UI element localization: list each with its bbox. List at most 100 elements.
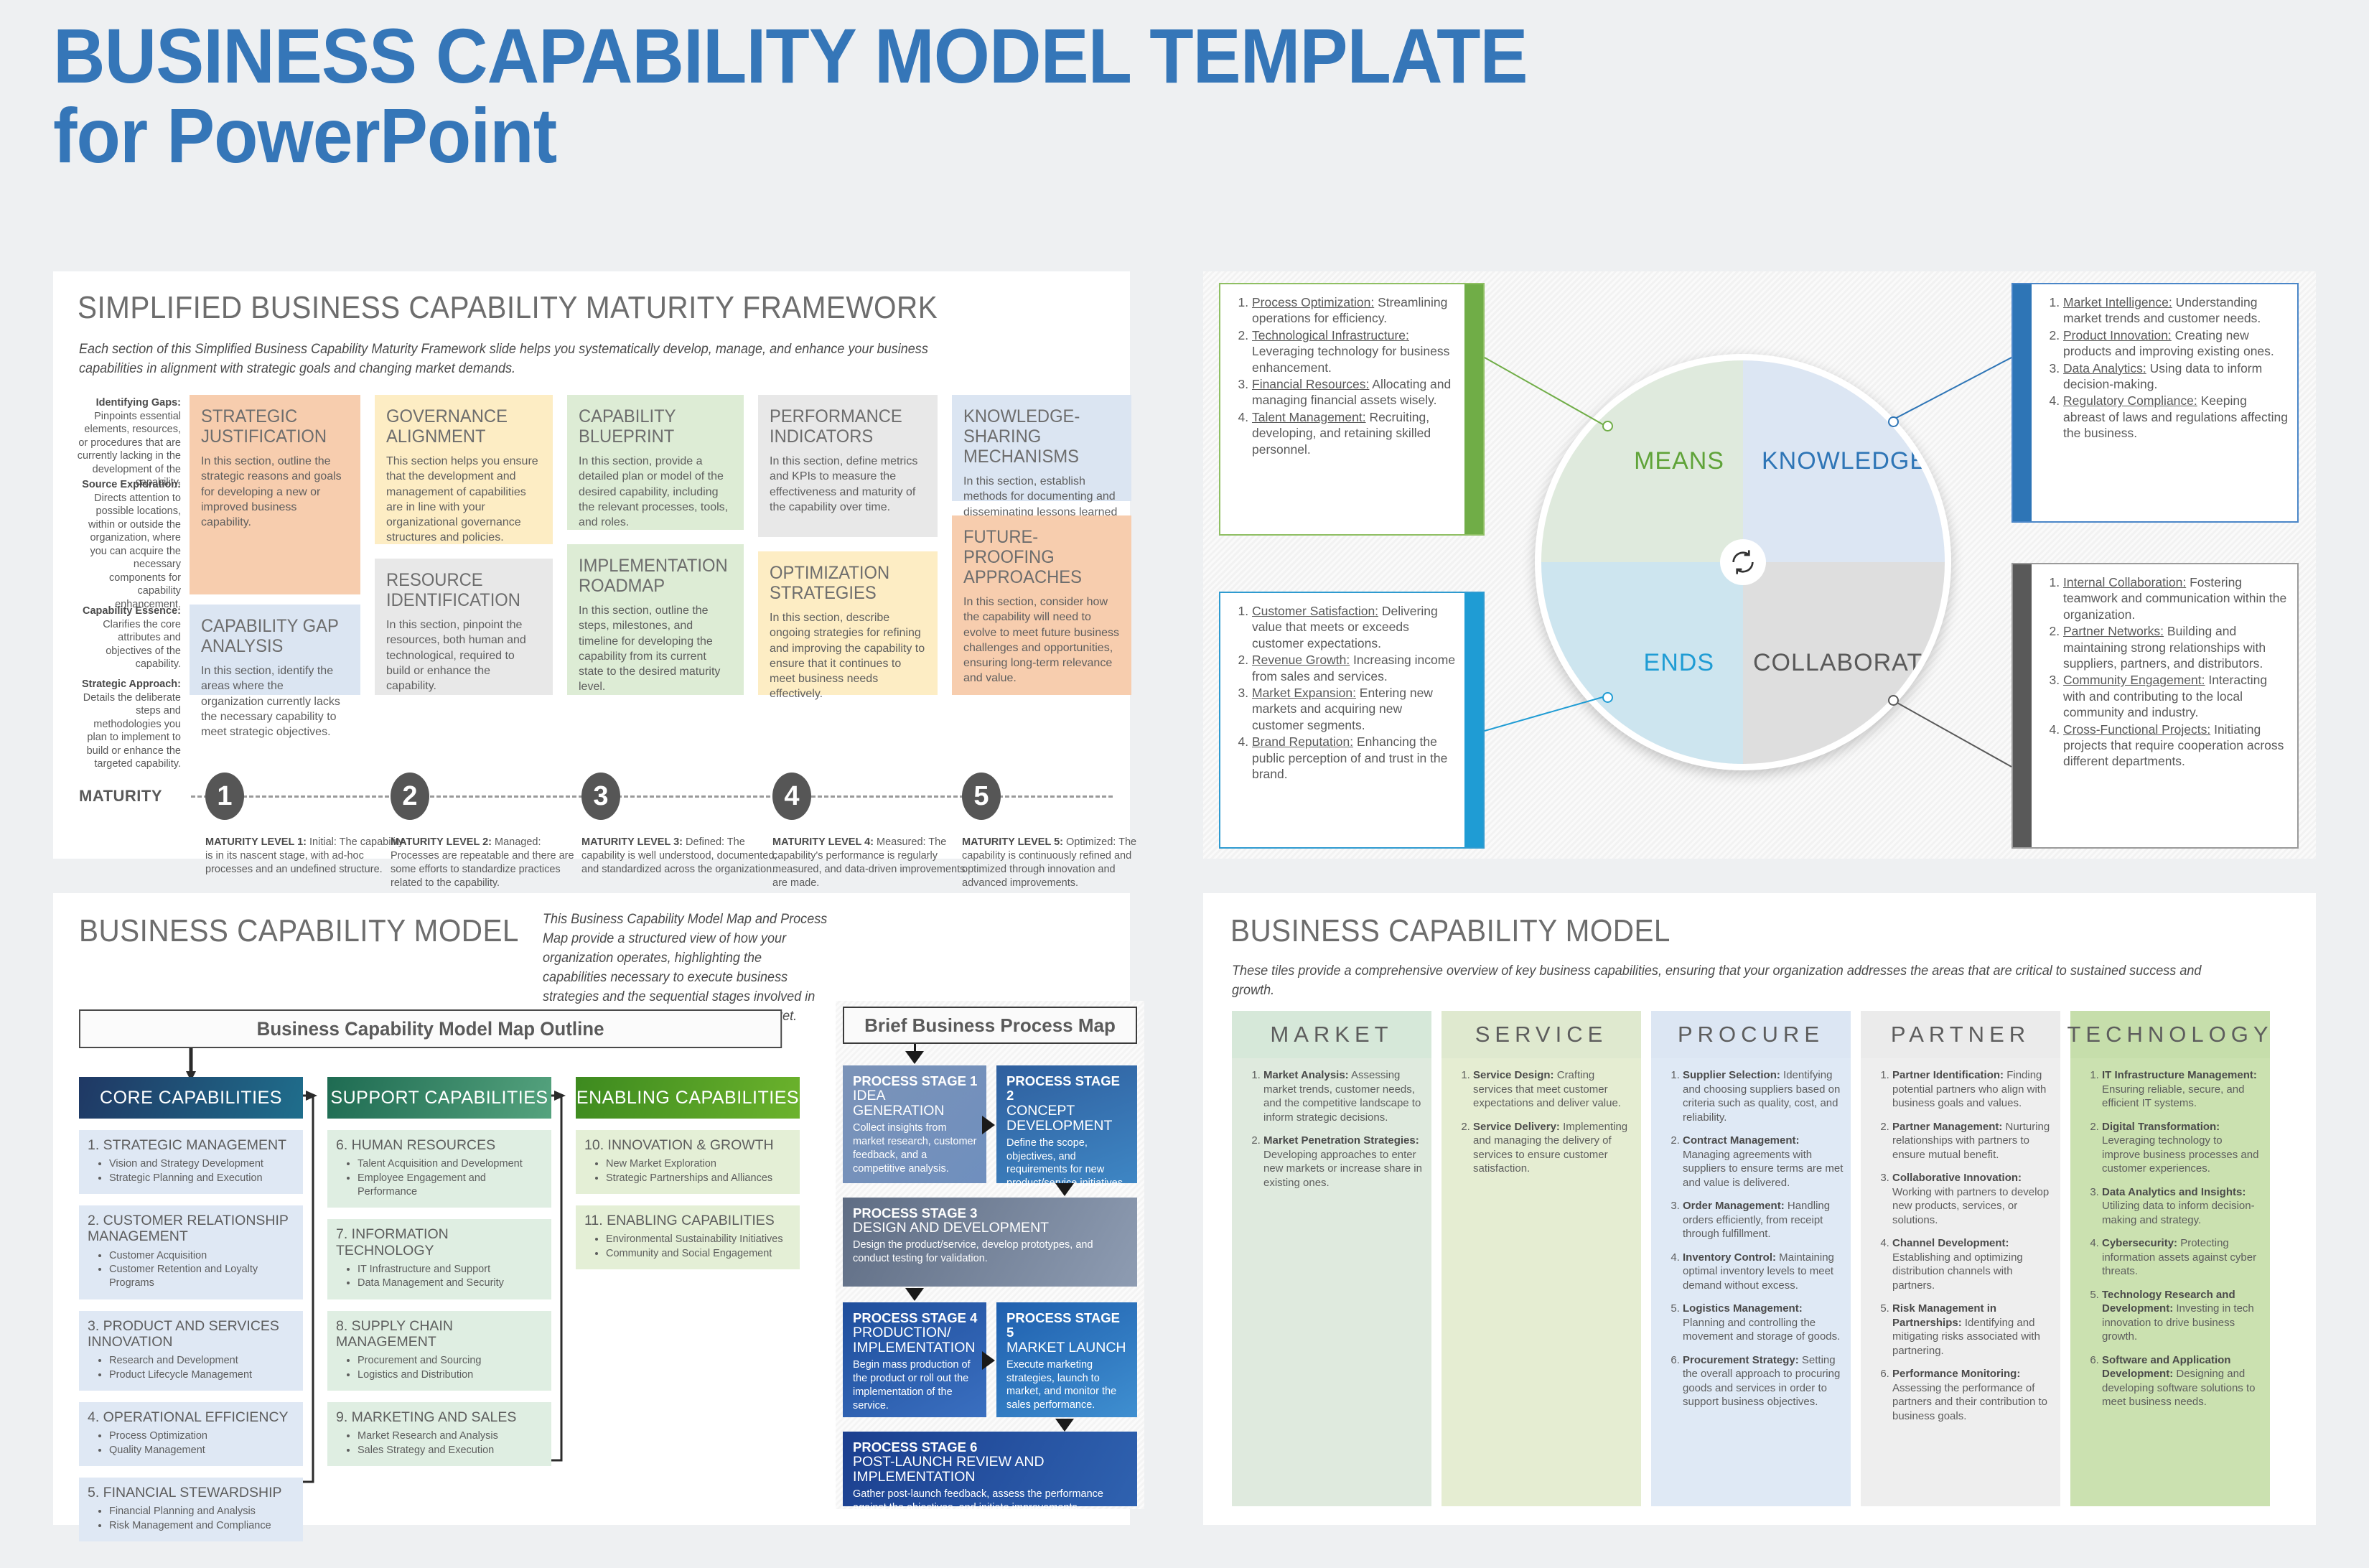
capability-item[interactable]: 10. INNOVATION & GROWTH New Market Explo… — [576, 1130, 800, 1195]
process-stage[interactable]: PROCESS STAGE 2 CONCEPT DEVELOPMENT Defi… — [996, 1065, 1137, 1189]
list-item: Partner Identification: Finding potentia… — [1892, 1068, 2053, 1111]
card-heading: STRATEGIC JUSTIFICATION — [201, 406, 327, 447]
tile-body: Supplier Selection: Identifying and choo… — [1651, 1058, 1851, 1506]
maturity-framework-panel: SIMPLIFIED BUSINESS CAPABILITY MATURITY … — [53, 271, 1136, 889]
side-note: Capability Essence: Clarifies the core a… — [83, 605, 181, 671]
capability-card[interactable]: GOVERNANCE ALIGNMENT This section helps … — [375, 395, 553, 544]
maturity-level-dot[interactable]: 2 — [391, 773, 429, 820]
process-stage[interactable]: PROCESS STAGE 3 DESIGN AND DEVELOPMENT D… — [843, 1198, 1137, 1287]
page-title: BUSINESS CAPABILITY MODEL TEMPLATE for P… — [53, 12, 1528, 179]
card-body: In this section, identify the areas wher… — [201, 665, 340, 739]
capability-card[interactable]: CAPABILITY BLUEPRINT In this section, pr… — [567, 395, 744, 530]
capability-item[interactable]: 5. FINANCIAL STEWARDSHIP Financial Plann… — [79, 1478, 303, 1542]
card-heading: PERFORMANCE INDICATORS — [770, 406, 902, 447]
capability-card[interactable]: OPTIMIZATION STRATEGIES In this section,… — [758, 551, 938, 700]
side-note: Identifying Gaps: Pinpoints essential el… — [77, 397, 181, 489]
maturity-level-text: MATURITY LEVEL 2: Managed: Processes are… — [391, 836, 574, 889]
capability-item[interactable]: 2. CUSTOMER RELATIONSHIP MANAGEMENT Cust… — [79, 1205, 303, 1299]
list-item: Inventory Control: Maintaining optimal i… — [1683, 1251, 1844, 1293]
maturity-level-text: MATURITY LEVEL 1: Initial: The capabilit… — [205, 836, 404, 875]
wheel-node-means — [1602, 421, 1613, 431]
capability-card[interactable]: STRATEGIC JUSTIFICATION In this section,… — [190, 395, 360, 594]
list-item: Collaborative Innovation: Working with p… — [1892, 1171, 2053, 1227]
capability-item[interactable]: 11. ENABLING CAPABILITIES Environmental … — [576, 1205, 800, 1270]
maturity-level-dot[interactable]: 3 — [581, 773, 620, 820]
core-capabilities-column: CORE CAPABILITIES 1. STRATEGIC MANAGEMEN… — [79, 1077, 303, 1542]
capability-item[interactable]: 7. INFORMATION TECHNOLOGY IT Infrastruct… — [327, 1219, 551, 1299]
arrow-right-icon — [982, 1351, 995, 1370]
maturity-level-dot[interactable]: 5 — [962, 773, 1001, 820]
tile-technology[interactable]: TECHNOLOGY IT Infrastructure Management:… — [2067, 1011, 2270, 1506]
process-stage[interactable]: PROCESS STAGE 1 IDEA GENERATION Collect … — [843, 1065, 986, 1183]
list-item: Order Management: Handling orders effici… — [1683, 1199, 1844, 1241]
tile-procure[interactable]: PROCURE Supplier Selection: Identifying … — [1651, 1011, 1851, 1506]
card-heading: GOVERNANCE ALIGNMENT — [386, 406, 508, 447]
bcm-tiles-panel: BUSINESS CAPABILITY MODEL These tiles pr… — [1203, 893, 2316, 1525]
capability-card[interactable]: IMPLEMENTATION ROADMAP In this section, … — [567, 544, 744, 695]
bcm-map-panel: BUSINESS CAPABILITY MODEL This Business … — [53, 893, 1144, 1542]
tile-header: MARKET — [1232, 1011, 1431, 1058]
tile-body: IT Infrastructure Management: Ensuring r… — [2070, 1058, 2270, 1506]
list-item: Cybersecurity: Protecting information as… — [2102, 1236, 2263, 1279]
tile-header: PARTNER — [1861, 1011, 2060, 1058]
arrow-down-icon — [1055, 1183, 1074, 1196]
maturity-panel-intro: Each section of this Simplified Business… — [79, 342, 928, 376]
capability-item[interactable]: 1. STRATEGIC MANAGEMENT Vision and Strat… — [79, 1130, 303, 1195]
maturity-level-dot[interactable]: 1 — [205, 773, 244, 820]
column-header[interactable]: CORE CAPABILITIES — [79, 1077, 303, 1119]
list-item: Technology Research and Development: Inv… — [2102, 1288, 2263, 1344]
quadrant-diagram-panel: MEANS KNOWLEDGE ENDS COLLABORATION Proce… — [1203, 271, 2316, 859]
tile-header: SERVICE — [1442, 1011, 1641, 1058]
tile-market[interactable]: MARKET Market Analysis: Assessing market… — [1232, 1011, 1431, 1506]
list-item: Procurement Strategy: Setting the overal… — [1683, 1353, 1844, 1409]
column-header[interactable]: SUPPORT CAPABILITIES — [327, 1077, 551, 1119]
capability-item[interactable]: 9. MARKETING AND SALES Market Research a… — [327, 1402, 551, 1467]
card-body: In this section, define metrics and KPIs… — [770, 455, 918, 513]
card-heading: RESOURCE IDENTIFICATION — [386, 570, 520, 610]
card-heading: FUTURE-PROOFING APPROACHES — [963, 527, 1082, 587]
tile-body: Market Analysis: Assessing market trends… — [1232, 1058, 1431, 1506]
bcm-tiles-title: BUSINESS CAPABILITY MODEL — [1230, 913, 1671, 948]
maturity-level-dot[interactable]: 4 — [772, 773, 811, 820]
card-body: In this section, describe ongoing strate… — [770, 612, 925, 701]
process-stage[interactable]: PROCESS STAGE 4 PRODUCTION/ IMPLEMENTATI… — [843, 1302, 986, 1417]
capability-card[interactable]: KNOWLEDGE-SHARING MECHANISMS In this sec… — [952, 395, 1131, 549]
enabling-capabilities-column: ENABLING CAPABILITIES 10. INNOVATION & G… — [576, 1077, 800, 1270]
refresh-cycle-icon — [1720, 539, 1766, 585]
capability-card[interactable]: RESOURCE IDENTIFICATION In this section,… — [375, 559, 553, 695]
tile-header: PROCURE — [1651, 1011, 1851, 1058]
tile-partner[interactable]: PARTNER Partner Identification: Finding … — [1861, 1011, 2060, 1506]
capability-item[interactable]: 3. PRODUCT AND SERVICES INNOVATION Resea… — [79, 1310, 303, 1391]
list-item: Partner Management: Nurturing relationsh… — [1892, 1120, 2053, 1162]
column-header[interactable]: ENABLING CAPABILITIES — [576, 1077, 800, 1119]
capability-card[interactable]: CAPABILITY GAP ANALYSIS In this section,… — [190, 605, 360, 738]
business-process-map: Brief Business Process Map PROCESS STAGE… — [836, 1001, 1144, 1513]
card-heading: IMPLEMENTATION ROADMAP — [579, 556, 728, 596]
side-note: Strategic Approach: Details the delibera… — [81, 678, 181, 770]
arrow-down-icon — [905, 1288, 924, 1301]
card-heading: CAPABILITY BLUEPRINT — [579, 406, 676, 447]
card-body: In this section, outline the strategic r… — [201, 455, 342, 529]
capability-item[interactable]: 8. SUPPLY CHAIN MANAGEMENT Procurement a… — [327, 1310, 551, 1391]
tile-service[interactable]: SERVICE Service Design: Crafting service… — [1442, 1011, 1641, 1506]
list-item: Channel Development: Establishing and op… — [1892, 1236, 2053, 1292]
list-item: Data Analytics and Insights: Utilizing d… — [2102, 1185, 2263, 1228]
capability-item[interactable]: 4. OPERATIONAL EFFICIENCY Process Optimi… — [79, 1402, 303, 1467]
list-item: Contract Management: Managing agreements… — [1683, 1134, 1844, 1190]
capability-card[interactable]: FUTURE-PROOFING APPROACHES In this secti… — [952, 515, 1131, 695]
card-body: In this section, outline the steps, mile… — [579, 605, 721, 694]
list-item: Market Analysis: Assessing market trends… — [1263, 1068, 1424, 1124]
arrow-right-icon — [982, 1116, 995, 1134]
process-stage[interactable]: PROCESS STAGE 5 MARKET LAUNCH Execute ma… — [996, 1302, 1137, 1417]
list-item: Supplier Selection: Identifying and choo… — [1683, 1068, 1844, 1124]
capability-item[interactable]: 6. HUMAN RESOURCES Talent Acquisition an… — [327, 1130, 551, 1208]
list-item: Risk Management in Partnerships: Identif… — [1892, 1302, 2053, 1358]
card-body: In this section, pinpoint the resources,… — [386, 619, 526, 693]
maturity-axis-label: MATURITY — [79, 787, 163, 805]
list-item: Service Delivery: Implementing and manag… — [1473, 1120, 1634, 1176]
list-item: Performance Monitoring: Assessing the pe… — [1892, 1367, 2053, 1423]
bcm-tiles-intro: These tiles provide a comprehensive over… — [1232, 963, 2202, 998]
process-stage[interactable]: PROCESS STAGE 6 POST-LAUNCH REVIEW AND I… — [843, 1432, 1137, 1513]
tile-body: Service Design: Crafting services that m… — [1442, 1058, 1641, 1506]
capability-card[interactable]: PERFORMANCE INDICATORS In this section, … — [758, 395, 938, 537]
